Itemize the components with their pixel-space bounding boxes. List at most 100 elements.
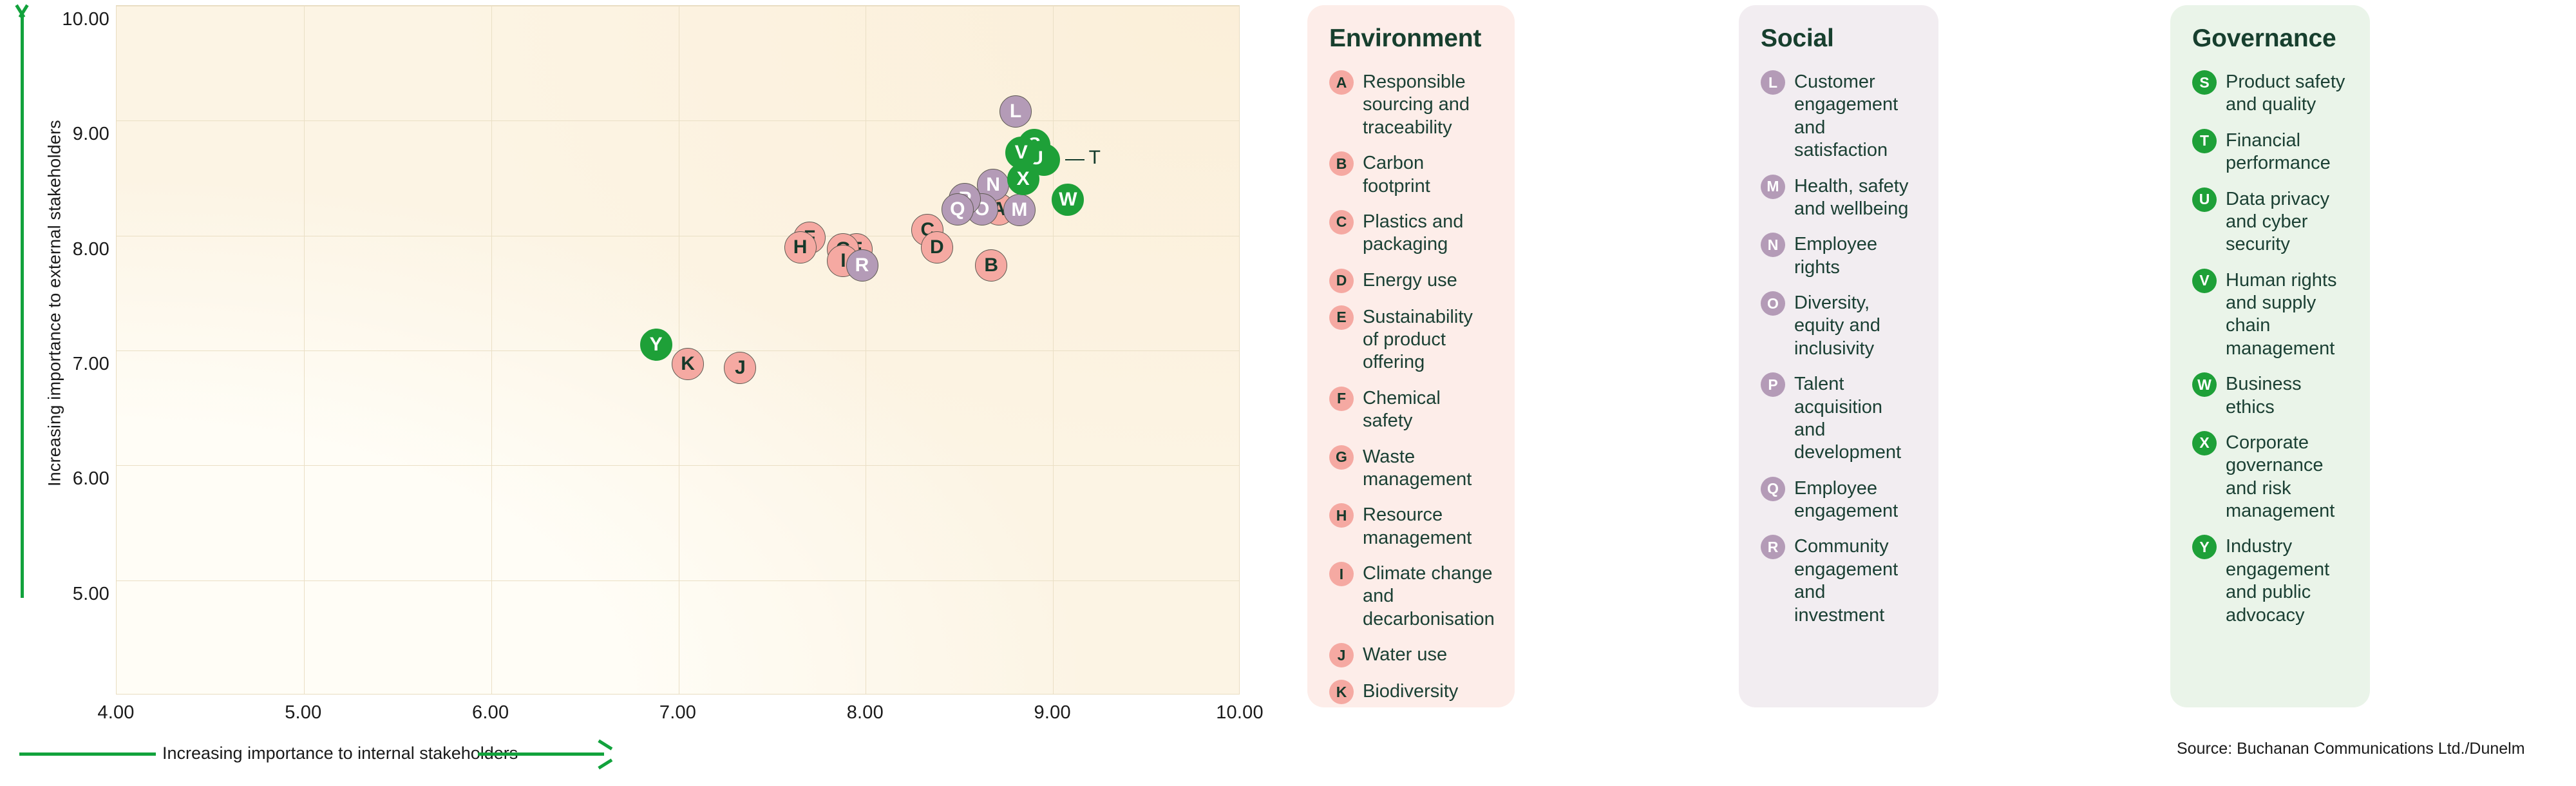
bubble-d[interactable]: D	[920, 231, 953, 264]
gridline-horizontal	[117, 120, 1239, 122]
legend-item-d[interactable]: D Energy use	[1329, 268, 1493, 293]
y-tick-label: 8.00	[72, 238, 109, 260]
legend-label-d: Energy use	[1363, 269, 1457, 291]
legend-label-l: Customer engagement and satisfaction	[1794, 72, 1899, 161]
legend-label-v: Human rights and supply chain management	[2226, 269, 2337, 359]
legend-item-j[interactable]: J Water use	[1329, 642, 1493, 668]
legend-label-m: Health, safety and wellbeing	[1794, 175, 1909, 219]
legend-dot-d: D	[1329, 268, 1354, 293]
x-tick-label: 7.00	[659, 702, 697, 723]
legend-label-f: Chemical safety	[1363, 387, 1441, 432]
y-tick-label: 10.00	[62, 9, 109, 30]
legend-item-f[interactable]: F Chemical safety	[1329, 386, 1493, 433]
legend-item-t[interactable]: T Financial performance	[2192, 128, 2348, 175]
legend-item-u[interactable]: U Data privacy and cyber security	[2192, 187, 2348, 256]
legend-item-q[interactable]: Q Employee engagement	[1761, 476, 1917, 523]
legend-dot-c: C	[1329, 209, 1354, 235]
legend-item-k[interactable]: K Biodiversity	[1329, 679, 1493, 705]
y-tick-label: 5.00	[72, 583, 109, 604]
legend-label-h: Resource management	[1363, 504, 1472, 548]
y-axis-title: Increasing importance to external stakeh…	[44, 120, 64, 487]
legend-label-i: Climate change and decarbonisation	[1363, 563, 1495, 629]
legend-dot-s: S	[2192, 70, 2217, 95]
legend-label-k: Biodiversity	[1363, 681, 1459, 702]
callout-leader-line	[1065, 158, 1084, 161]
legend-label-r: Community engagement and investment	[1794, 536, 1899, 626]
gridline-horizontal	[117, 465, 1239, 466]
legend-item-a[interactable]: A Responsible sourcing and traceability	[1329, 70, 1493, 139]
gridline-vertical	[303, 6, 305, 694]
x-tick-label: 10.00	[1216, 702, 1264, 723]
bubble-b[interactable]: B	[975, 249, 1008, 282]
legend-card-governance: Governance S Product safety and quality T F…	[2170, 5, 2370, 707]
legend-item-r[interactable]: R Community engagement and investment	[1761, 534, 1917, 627]
legend-item-m[interactable]: M Health, safety and wellbeing	[1761, 174, 1917, 221]
legend-label-t: Financial performance	[2226, 129, 2331, 174]
bubble-k[interactable]: K	[672, 348, 705, 381]
legend-item-c[interactable]: C Plastics and packaging	[1329, 209, 1493, 256]
legend-title-governance: Governance	[2192, 24, 2336, 52]
legend-dot-o: O	[1761, 291, 1785, 316]
legend-item-n[interactable]: N Employee rights	[1761, 232, 1917, 279]
x-tick-label: 5.00	[285, 702, 322, 723]
legend-item-x[interactable]: X Corporate governance and risk managemen…	[2192, 430, 2348, 523]
legend-dot-k: K	[1329, 680, 1354, 705]
legend-item-i[interactable]: I Climate change and decarbonisation	[1329, 561, 1495, 631]
legend-item-y[interactable]: Y Industry engagement and public advocacy	[2192, 534, 2348, 627]
legend-dot-w: W	[2192, 372, 2217, 398]
legend-dot-m: M	[1761, 174, 1785, 199]
legend-label-s: Product safety and quality	[2226, 72, 2345, 115]
bubble-j[interactable]: J	[724, 351, 757, 384]
y-axis-arrow-icon	[12, 5, 31, 598]
legend-dot-y: Y	[2192, 535, 2217, 560]
legend-dot-v: V	[2192, 268, 2217, 293]
x-axis-title: Increasing importance to internal stakeh…	[162, 743, 518, 763]
legend-item-b[interactable]: B Carbon footprint	[1329, 151, 1493, 198]
x-tick-label: 6.00	[472, 702, 509, 723]
legend-item-o[interactable]: O Diversity, equity and inclusivity	[1761, 291, 1917, 360]
legend-dot-l: L	[1761, 70, 1785, 95]
materiality-matrix-page: Increasing importance to external stakeh…	[0, 0, 2576, 786]
legend-title-environment: Environment	[1329, 24, 1482, 52]
bubble-q[interactable]: Q	[941, 193, 974, 225]
legend-dot-e: E	[1329, 305, 1354, 330]
gridline-horizontal	[117, 580, 1239, 581]
bubble-h[interactable]: H	[784, 231, 817, 264]
legend-label-x: Corporate governance and risk management	[2226, 432, 2335, 521]
y-tick-label: 6.00	[72, 468, 109, 490]
legend-dot-b: B	[1329, 151, 1354, 177]
y-tick-label: 9.00	[72, 124, 109, 145]
legend-dot-i: I	[1329, 562, 1354, 586]
legend-dot-t: T	[2192, 128, 2217, 153]
legend-label-o: Diversity, equity and inclusivity	[1794, 292, 1880, 359]
bubble-m[interactable]: M	[1003, 194, 1036, 227]
legend-label-n: Employee rights	[1794, 234, 1877, 278]
bubble-l[interactable]: L	[999, 95, 1032, 128]
gridline-vertical	[491, 6, 492, 694]
legend-label-c: Plastics and packaging	[1363, 211, 1464, 255]
legend-dot-g: G	[1329, 445, 1354, 470]
legend-item-e[interactable]: E Sustainability of product offering	[1329, 305, 1493, 374]
legend-label-j: Water use	[1363, 644, 1448, 666]
bubble-x[interactable]: X	[1007, 163, 1039, 196]
legend-item-l[interactable]: L Customer engagement and satisfaction	[1761, 70, 1917, 162]
bubble-w[interactable]: W	[1052, 184, 1084, 216]
legend-item-g[interactable]: G Waste management	[1329, 445, 1493, 492]
legend-item-s[interactable]: S Product safety and quality	[2192, 70, 2348, 117]
bubble-y[interactable]: Y	[639, 329, 672, 361]
x-tick-label: 8.00	[846, 702, 884, 723]
legend-label-a: Responsible sourcing and traceability	[1363, 72, 1470, 138]
legend-title-social: Social	[1761, 24, 1834, 52]
callout-label-t: T	[1088, 146, 1101, 168]
legend-item-v[interactable]: V Human rights and supply chain managemen…	[2192, 268, 2348, 361]
legend-item-w[interactable]: W Business ethics	[2192, 372, 2348, 419]
legend-item-p[interactable]: P Talent acquisition and development	[1761, 372, 1917, 465]
plot-gradient-wash	[117, 6, 1239, 694]
bubble-r[interactable]: R	[846, 249, 878, 282]
legend-label-g: Waste management	[1363, 446, 1472, 490]
legend-dot-a: A	[1329, 70, 1354, 95]
y-tick-label: 7.00	[72, 354, 109, 374]
legend-dot-q: Q	[1761, 476, 1785, 501]
legend-item-h[interactable]: H Resource management	[1329, 503, 1493, 550]
legend-dot-u: U	[2192, 187, 2217, 212]
